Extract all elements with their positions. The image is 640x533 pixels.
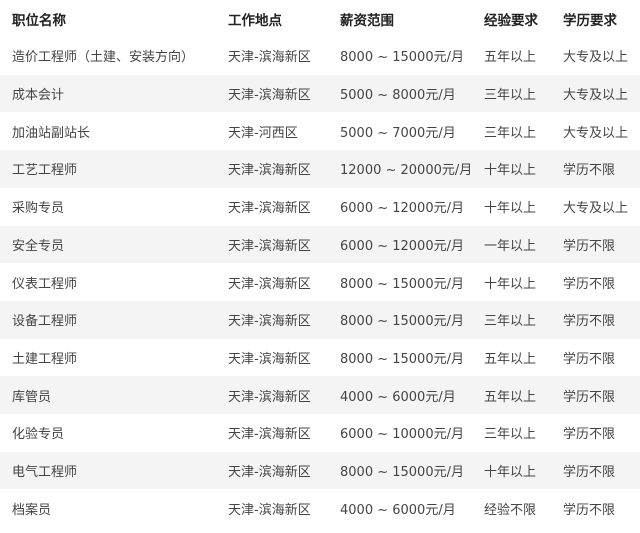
table-row[interactable]: 采购专员 天津-滨海新区 6000 ~ 12000元/月 十年以上 大专及以上 <box>0 188 640 226</box>
table-row[interactable]: 仪表工程师 天津-滨海新区 8000 ~ 15000元/月 十年以上 学历不限 <box>0 263 640 301</box>
cell-education: 学历不限 <box>563 389 616 405</box>
cell-salary: 5000 ~ 7000元/月 <box>340 125 456 141</box>
cell-location: 天津-河西区 <box>228 125 298 141</box>
cell-education: 大专及以上 <box>563 125 629 141</box>
cell-title[interactable]: 加油站副站长 <box>12 112 90 150</box>
table-row[interactable]: 化验专员 天津-滨海新区 6000 ~ 10000元/月 三年以上 学历不限 <box>0 414 640 452</box>
cell-title[interactable]: 档案员 <box>12 489 51 527</box>
cell-location: 天津-滨海新区 <box>228 276 311 292</box>
cell-salary: 6000 ~ 12000元/月 <box>340 201 464 217</box>
cell-experience: 三年以上 <box>484 314 537 330</box>
cell-experience: 十年以上 <box>484 465 537 481</box>
table-row[interactable]: 安全专员 天津-滨海新区 6000 ~ 12000元/月 一年以上 学历不限 <box>0 225 640 264</box>
cell-salary: 8000 ~ 15000元/月 <box>340 465 464 481</box>
cell-experience: 三年以上 <box>484 125 537 141</box>
cell-salary: 8000 ~ 15000元/月 <box>340 314 464 330</box>
cell-education: 学历不限 <box>563 276 616 292</box>
header-experience: 经验要求 <box>484 12 538 29</box>
cell-title[interactable]: 化验专员 <box>12 414 64 452</box>
cell-title[interactable]: 造价工程师（土建、安装方向） <box>12 37 194 75</box>
cell-education: 学历不限 <box>563 427 616 443</box>
cell-experience: 五年以上 <box>484 389 537 405</box>
table-row[interactable]: 工艺工程师 天津-滨海新区 12000 ~ 20000元/月 十年以上 学历不限 <box>0 150 640 188</box>
table-row[interactable]: 造价工程师（土建、安装方向） 天津-滨海新区 8000 ~ 15000元/月 五年以上… <box>0 37 640 75</box>
cell-title[interactable]: 工艺工程师 <box>12 150 77 188</box>
cell-education: 学历不限 <box>563 238 616 254</box>
cell-experience: 十年以上 <box>484 163 537 179</box>
cell-salary: 8000 ~ 15000元/月 <box>340 276 464 292</box>
cell-experience: 三年以上 <box>484 88 537 104</box>
cell-salary: 12000 ~ 20000元/月 <box>340 163 473 179</box>
cell-experience: 经验不限 <box>484 502 537 518</box>
cell-location: 天津-滨海新区 <box>228 238 311 254</box>
cell-salary: 5000 ~ 8000元/月 <box>340 88 456 104</box>
cell-education: 学历不限 <box>563 502 616 518</box>
cell-title[interactable]: 设备工程师 <box>12 301 77 339</box>
cell-location: 天津-滨海新区 <box>228 351 311 367</box>
cell-title[interactable]: 土建工程师 <box>12 339 77 377</box>
cell-location: 天津-滨海新区 <box>228 427 311 443</box>
cell-education: 大专及以上 <box>563 201 629 217</box>
table-row[interactable]: 成本会计 天津-滨海新区 5000 ~ 8000元/月 三年以上 大专及以上 <box>0 74 640 113</box>
cell-education: 学历不限 <box>563 314 616 330</box>
cell-experience: 十年以上 <box>484 201 537 217</box>
cell-location: 天津-滨海新区 <box>228 502 311 518</box>
cell-title[interactable]: 仪表工程师 <box>12 263 77 301</box>
table-row[interactable]: 加油站副站长 天津-河西区 5000 ~ 7000元/月 三年以上 大专及以上 <box>0 112 640 150</box>
cell-salary: 6000 ~ 10000元/月 <box>340 427 464 443</box>
cell-salary: 8000 ~ 15000元/月 <box>340 50 464 66</box>
cell-salary: 4000 ~ 6000元/月 <box>340 502 456 518</box>
cell-education: 学历不限 <box>563 163 616 179</box>
cell-title[interactable]: 电气工程师 <box>12 452 77 490</box>
cell-salary: 6000 ~ 12000元/月 <box>340 238 464 254</box>
header-salary: 薪资范围 <box>340 12 394 29</box>
cell-education: 学历不限 <box>563 465 616 481</box>
cell-location: 天津-滨海新区 <box>228 88 311 104</box>
table-row[interactable]: 土建工程师 天津-滨海新区 8000 ~ 15000元/月 五年以上 学历不限 <box>0 339 640 377</box>
cell-experience: 五年以上 <box>484 50 537 66</box>
cell-location: 天津-滨海新区 <box>228 201 311 217</box>
job-listings-table: 职位名称 工作地点 薪资范围 经验要求 学历要求 造价工程师（土建、安装方向） 天… <box>0 0 640 533</box>
header-title: 职位名称 <box>12 12 66 29</box>
table-row[interactable]: 库管员 天津-滨海新区 4000 ~ 6000元/月 五年以上 学历不限 <box>0 376 640 414</box>
cell-experience: 五年以上 <box>484 351 537 367</box>
cell-experience: 一年以上 <box>484 238 537 254</box>
cell-salary: 8000 ~ 15000元/月 <box>340 351 464 367</box>
cell-education: 大专及以上 <box>563 88 629 104</box>
cell-location: 天津-滨海新区 <box>228 314 311 330</box>
cell-location: 天津-滨海新区 <box>228 50 311 66</box>
cell-location: 天津-滨海新区 <box>228 465 311 481</box>
cell-experience: 十年以上 <box>484 276 537 292</box>
cell-title[interactable]: 采购专员 <box>12 188 64 226</box>
table-row[interactable]: 电气工程师 天津-滨海新区 8000 ~ 15000元/月 十年以上 学历不限 <box>0 451 640 490</box>
header-location: 工作地点 <box>228 12 282 29</box>
header-education: 学历要求 <box>563 12 617 29</box>
cell-experience: 三年以上 <box>484 427 537 443</box>
cell-title[interactable]: 库管员 <box>12 376 51 414</box>
cell-location: 天津-滨海新区 <box>228 163 311 179</box>
cell-education: 大专及以上 <box>563 50 629 66</box>
table-row[interactable]: 档案员 天津-滨海新区 4000 ~ 6000元/月 经验不限 学历不限 <box>0 489 640 527</box>
cell-title[interactable]: 安全专员 <box>12 226 64 264</box>
table-row[interactable]: 设备工程师 天津-滨海新区 8000 ~ 15000元/月 三年以上 学历不限 <box>0 300 640 339</box>
cell-location: 天津-滨海新区 <box>228 389 311 405</box>
cell-title[interactable]: 成本会计 <box>12 75 64 113</box>
cell-education: 学历不限 <box>563 351 616 367</box>
table-header-row: 职位名称 工作地点 薪资范围 经验要求 学历要求 <box>0 0 640 37</box>
cell-salary: 4000 ~ 6000元/月 <box>340 389 456 405</box>
